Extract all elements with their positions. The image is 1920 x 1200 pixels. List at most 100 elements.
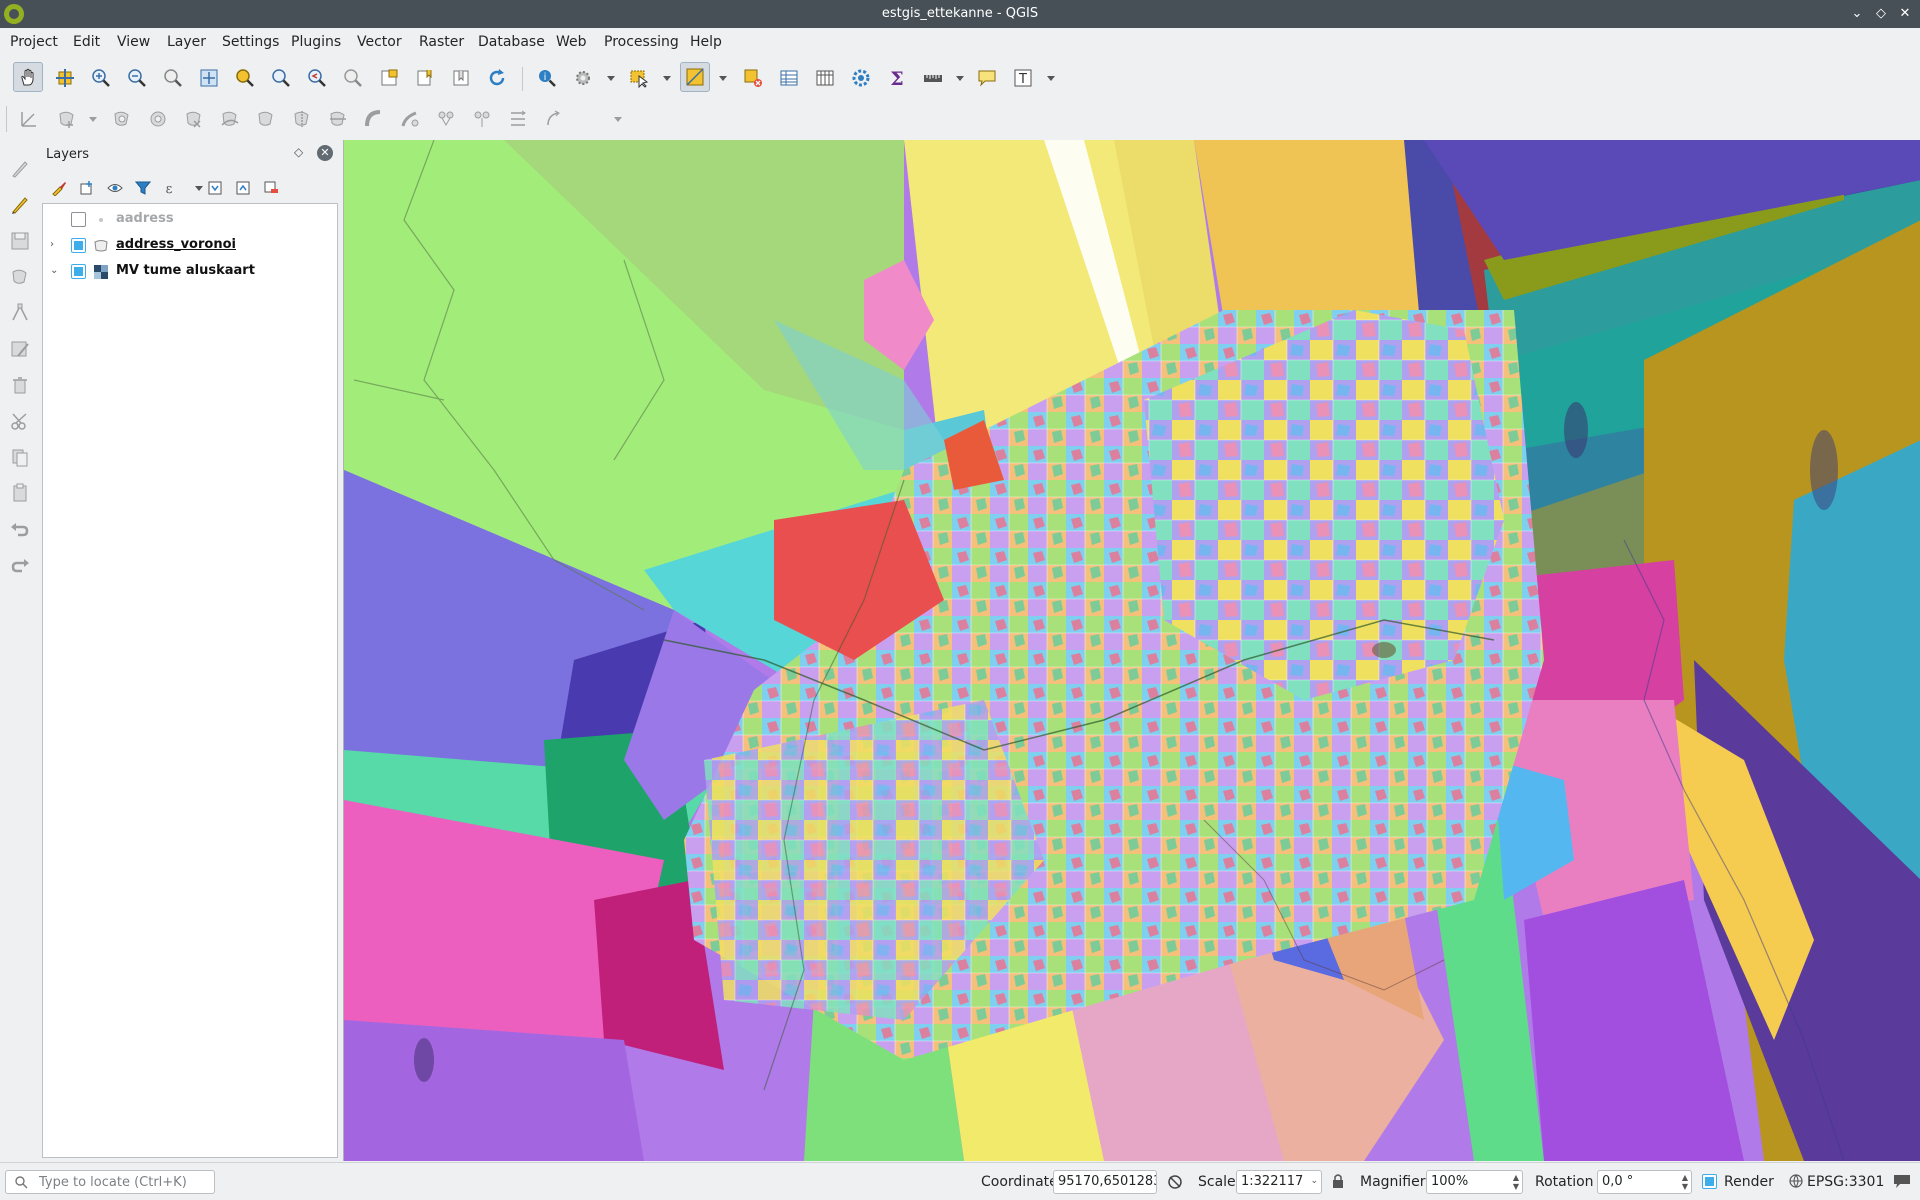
menu-processing[interactable]: Processing xyxy=(604,34,679,50)
add-ring-button[interactable] xyxy=(52,104,82,134)
paste-features-button[interactable] xyxy=(5,478,35,508)
delete-selected-button[interactable] xyxy=(5,370,35,400)
toolbox-button[interactable] xyxy=(846,63,876,93)
new-bookmark-button[interactable] xyxy=(410,63,440,93)
merge-attributes-button[interactable] xyxy=(395,104,425,134)
layer-visibility-checkbox[interactable] xyxy=(71,238,86,253)
locator-bar[interactable]: Type to locate (Ctrl+K) xyxy=(5,1170,215,1194)
measure-dropdown[interactable] xyxy=(955,63,965,93)
collapse-all-button[interactable] xyxy=(230,175,256,201)
menu-project[interactable]: Project xyxy=(10,34,58,50)
select-features-dropdown[interactable] xyxy=(662,63,672,93)
trim-extend-dropdown[interactable] xyxy=(613,104,623,134)
map-canvas[interactable] xyxy=(343,140,1920,1161)
vertex-tool-button[interactable] xyxy=(5,298,35,328)
zoom-to-layer-button[interactable] xyxy=(266,63,296,93)
menu-settings[interactable]: Settings xyxy=(222,34,279,50)
layer-expander[interactable]: ⌄ xyxy=(50,265,60,277)
menu-database[interactable]: Database xyxy=(478,34,545,50)
add-group-button[interactable] xyxy=(74,175,100,201)
annotation-dropdown[interactable] xyxy=(1046,63,1056,93)
save-edits-button[interactable] xyxy=(5,226,35,256)
menu-plugins[interactable]: Plugins xyxy=(291,34,341,50)
close-panel-icon[interactable]: ✕ xyxy=(317,145,333,161)
zoom-in-button[interactable] xyxy=(86,63,116,93)
zoom-out-button[interactable] xyxy=(122,63,152,93)
rotate-point-symbols-button[interactable] xyxy=(431,104,461,134)
filter-legend-button[interactable] xyxy=(130,175,156,201)
offset-point-symbols-button[interactable] xyxy=(467,104,497,134)
render-checkbox[interactable] xyxy=(1702,1174,1717,1189)
layer-row-aadress[interactable]: aadress xyxy=(43,206,337,232)
lock-scale-icon[interactable] xyxy=(1331,1173,1345,1189)
offset-curve-button[interactable] xyxy=(251,104,281,134)
split-parts-button[interactable] xyxy=(323,104,353,134)
undo-button[interactable] xyxy=(5,514,35,544)
menu-help[interactable]: Help xyxy=(690,34,722,50)
toggle-editing-button[interactable] xyxy=(5,190,35,220)
layer-visibility-checkbox[interactable] xyxy=(71,264,86,279)
scale-combobox[interactable]: 1:322117 ⌄ xyxy=(1236,1170,1322,1194)
fill-ring-button[interactable] xyxy=(107,104,137,134)
menu-web[interactable]: Web xyxy=(556,34,587,50)
measure-line-button[interactable] xyxy=(918,63,948,93)
attribute-table-button[interactable] xyxy=(774,63,804,93)
select-features-button[interactable] xyxy=(624,63,654,93)
zoom-full-button[interactable] xyxy=(194,63,224,93)
remove-layer-button[interactable] xyxy=(258,175,284,201)
field-calculator-button[interactable]: Σ xyxy=(882,63,912,93)
magnifier-spinbox[interactable]: 100% ▲ ▼ xyxy=(1426,1170,1523,1194)
text-annotation-button[interactable]: T xyxy=(1008,63,1038,93)
toggle-extents-icon[interactable] xyxy=(1166,1173,1184,1191)
layer-expander[interactable]: › xyxy=(50,239,60,251)
pan-to-selection-button[interactable] xyxy=(50,63,80,93)
trim-extend-button[interactable] xyxy=(539,104,569,134)
filter-by-expression-button[interactable]: ε xyxy=(158,175,184,201)
digitize-with-segment-button[interactable] xyxy=(14,104,44,134)
pan-tool-button[interactable] xyxy=(13,62,43,92)
run-action-dropdown[interactable] xyxy=(606,63,616,93)
minimize-icon[interactable]: ⌄ xyxy=(1847,4,1867,24)
float-panel-icon[interactable]: ◇ xyxy=(294,145,303,159)
spin-arrows-icon[interactable]: ▲ ▼ xyxy=(1513,1173,1519,1191)
crs-button[interactable]: EPSG:3301 xyxy=(1807,1174,1884,1190)
spin-arrows-icon[interactable]: ▲ ▼ xyxy=(1682,1173,1688,1191)
reshape-button[interactable] xyxy=(215,104,245,134)
show-bookmarks-button[interactable] xyxy=(446,63,476,93)
current-edits-button[interactable] xyxy=(5,154,35,184)
menu-vector[interactable]: Vector xyxy=(357,34,402,50)
layer-row-address-voronoi[interactable]: › address_voronoi xyxy=(43,232,337,258)
menu-edit[interactable]: Edit xyxy=(73,34,100,50)
close-window-icon[interactable]: ✕ xyxy=(1895,4,1915,24)
menu-view[interactable]: View xyxy=(117,34,150,50)
zoom-next-button[interactable] xyxy=(338,63,368,93)
coordinate-field[interactable]: 95170,6501283 xyxy=(1053,1170,1157,1194)
delete-part-button[interactable] xyxy=(179,104,209,134)
open-layer-styling-button[interactable] xyxy=(46,175,72,201)
zoom-last-button[interactable] xyxy=(302,63,332,93)
deselect-features-button[interactable] xyxy=(738,63,768,93)
refresh-button[interactable] xyxy=(482,63,512,93)
zoom-native-button[interactable] xyxy=(158,63,188,93)
expand-all-button[interactable] xyxy=(202,175,228,201)
layer-row-mv-tume-aluskaart[interactable]: ⌄ MV tume aluskaart xyxy=(43,258,337,284)
add-ring-dropdown[interactable] xyxy=(88,104,98,134)
statistical-summary-button[interactable] xyxy=(810,63,840,93)
merge-features-button[interactable] xyxy=(359,104,389,134)
cut-features-button[interactable] xyxy=(5,406,35,436)
delete-ring-button[interactable] xyxy=(143,104,173,134)
split-features-button[interactable] xyxy=(287,104,317,134)
reverse-line-button[interactable] xyxy=(503,104,533,134)
maximize-icon[interactable]: ◇ xyxy=(1871,4,1891,24)
select-by-polygon-dropdown[interactable] xyxy=(718,63,728,93)
zoom-to-selection-button[interactable] xyxy=(230,63,260,93)
menu-layer[interactable]: Layer xyxy=(167,34,206,50)
layer-visibility-checkbox[interactable] xyxy=(71,212,86,227)
rotation-spinbox[interactable]: 0,0 ° ▲ ▼ xyxy=(1597,1170,1692,1194)
identify-features-button[interactable]: i xyxy=(532,63,562,93)
messages-icon[interactable] xyxy=(1893,1173,1911,1189)
copy-features-button[interactable] xyxy=(5,442,35,472)
select-by-polygon-button[interactable] xyxy=(680,62,710,92)
manage-map-themes-button[interactable] xyxy=(102,175,128,201)
add-feature-button[interactable] xyxy=(5,262,35,292)
